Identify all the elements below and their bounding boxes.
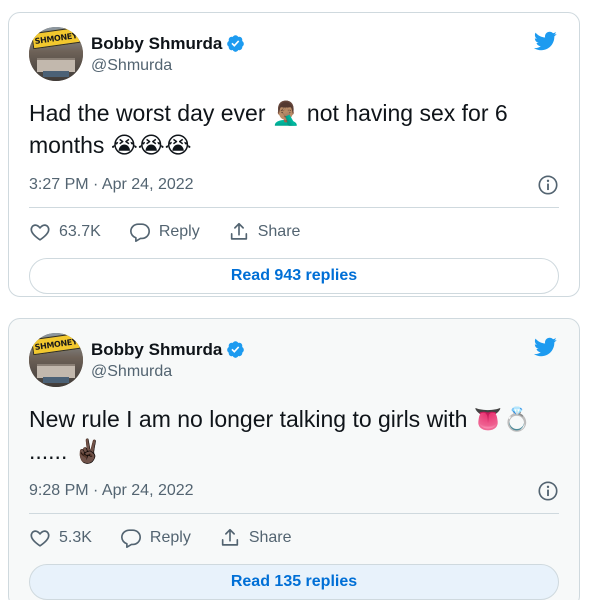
heart-icon	[30, 530, 50, 547]
author-info: Bobby Shmurda @Shmurda	[91, 34, 245, 75]
read-replies-button[interactable]: Read 943 replies	[29, 258, 559, 294]
heart-icon	[30, 224, 50, 241]
share-label: Share	[257, 223, 301, 240]
reply-button[interactable]: Reply	[129, 221, 200, 243]
tweet-header: SHMONEY Bobby Shmurda @Shmurda	[29, 27, 559, 81]
tweet-timestamp[interactable]: 9:28 PM · Apr 24, 2022	[29, 482, 194, 500]
like-count: 5.3K	[59, 529, 92, 546]
tweet-text: New rule I am no longer talking to girls…	[29, 406, 538, 464]
info-icon[interactable]	[537, 480, 559, 502]
avatar[interactable]: SHMONEY	[29, 27, 83, 81]
avatar[interactable]: SHMONEY	[29, 333, 83, 387]
reply-label: Reply	[158, 223, 200, 240]
author-name[interactable]: Bobby Shmurda	[91, 34, 222, 54]
read-replies-button[interactable]: Read 135 replies	[29, 564, 559, 600]
tweet-card[interactable]: SHMONEY Bobby Shmurda @Shmurda New rule …	[8, 318, 580, 600]
like-button[interactable]: 63.7K	[29, 221, 101, 243]
reply-icon	[129, 223, 150, 242]
verified-badge-icon	[227, 35, 245, 52]
like-count: 63.7K	[59, 223, 101, 240]
tweet-text: Had the worst day ever 🤦🏽‍♂️ not having …	[29, 100, 515, 158]
author-handle[interactable]: @Shmurda	[91, 363, 245, 381]
tweet-actions: 63.7K Reply Share	[29, 208, 559, 256]
tweet-actions: 5.3K Reply Share	[29, 514, 559, 562]
twitter-bird-icon[interactable]	[531, 29, 559, 53]
reply-icon	[120, 529, 141, 548]
tweet-meta: 3:27 PM · Apr 24, 2022	[29, 171, 559, 199]
tweet-timestamp[interactable]: 3:27 PM · Apr 24, 2022	[29, 176, 194, 194]
twitter-bird-icon[interactable]	[531, 335, 559, 359]
share-button[interactable]: Share	[219, 527, 292, 549]
share-icon	[230, 222, 247, 240]
tweet-card[interactable]: SHMONEY Bobby Shmurda @Shmurda Had the w…	[8, 12, 580, 297]
like-button[interactable]: 5.3K	[29, 527, 92, 549]
share-button[interactable]: Share	[228, 221, 301, 243]
reply-button[interactable]: Reply	[120, 527, 191, 549]
info-icon[interactable]	[537, 174, 559, 196]
verified-badge-icon	[227, 341, 245, 358]
tweet-meta: 9:28 PM · Apr 24, 2022	[29, 477, 559, 505]
author-handle[interactable]: @Shmurda	[91, 57, 245, 75]
author-name[interactable]: Bobby Shmurda	[91, 340, 222, 360]
author-info: Bobby Shmurda @Shmurda	[91, 340, 245, 381]
reply-label: Reply	[149, 529, 191, 546]
share-icon	[221, 528, 238, 546]
tweet-header: SHMONEY Bobby Shmurda @Shmurda	[29, 333, 559, 387]
share-label: Share	[248, 529, 292, 546]
